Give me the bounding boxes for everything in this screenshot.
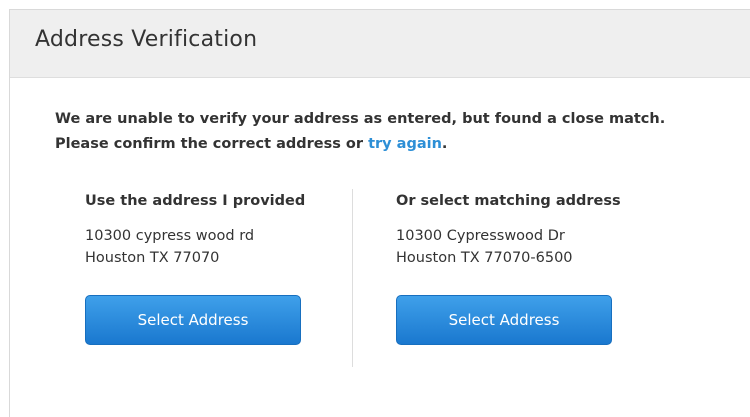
verification-message: We are unable to verify your address as …: [55, 107, 665, 157]
matching-address-street: 10300 Cypresswood Dr: [396, 228, 565, 244]
dialog-title: Address Verification: [35, 27, 258, 52]
message-line-2: Please confirm the correct address or tr…: [55, 132, 665, 157]
provided-address: 10300 cypress wood rd Houston TX 77070: [85, 225, 345, 269]
message-line-2-suffix: .: [441, 136, 448, 152]
matching-address-city: Houston TX 77070-6500: [396, 250, 573, 266]
matching-address: 10300 Cypresswood Dr Houston TX 77070-65…: [396, 225, 656, 269]
provided-address-heading: Use the address I provided: [85, 193, 306, 209]
column-divider: [352, 189, 353, 367]
provided-address-column: Use the address I provided 10300 cypress…: [85, 190, 345, 269]
provided-address-street: 10300 cypress wood rd: [85, 228, 255, 244]
message-line-1: We are unable to verify your address as …: [55, 111, 666, 127]
provided-address-city: Houston TX 77070: [85, 250, 220, 266]
matching-address-heading: Or select matching address: [396, 193, 621, 209]
dialog-header: Address Verification: [10, 10, 750, 78]
try-again-link[interactable]: try again: [368, 136, 442, 152]
select-provided-address-button[interactable]: Select Address: [85, 295, 301, 345]
select-matching-address-button[interactable]: Select Address: [396, 295, 612, 345]
message-line-2-prefix: Please confirm the correct address or: [55, 136, 369, 152]
matching-address-column: Or select matching address 10300 Cypress…: [396, 190, 656, 269]
